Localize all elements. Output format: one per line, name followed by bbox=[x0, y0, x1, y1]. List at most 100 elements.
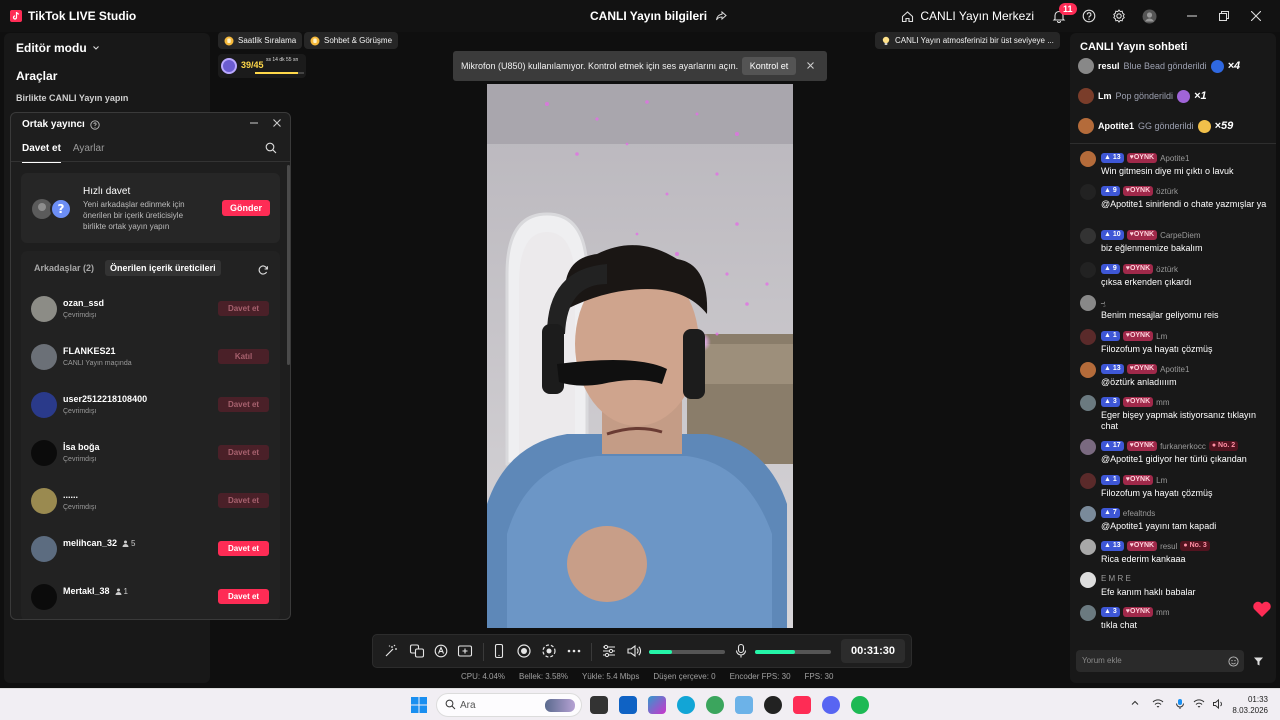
chat-meet-chip[interactable]: Sohbet & Görüşme bbox=[304, 32, 399, 49]
wifi-icon[interactable] bbox=[1193, 698, 1205, 710]
settings-button[interactable] bbox=[1104, 0, 1134, 32]
chat-username[interactable]: resul bbox=[1160, 542, 1177, 551]
replay-icon[interactable] bbox=[541, 643, 557, 659]
refresh-icon[interactable] bbox=[257, 264, 269, 276]
popup-scrollbar[interactable] bbox=[287, 165, 290, 365]
speaker-icon[interactable] bbox=[626, 643, 642, 659]
popup-close-icon[interactable] bbox=[271, 117, 283, 129]
phone-icon[interactable] bbox=[491, 643, 507, 659]
level-widget[interactable]: 39/45 ss 14 dk 55 sn bbox=[218, 54, 306, 78]
chat-username[interactable]: efealtnds bbox=[1123, 509, 1155, 518]
spotify-icon[interactable] bbox=[851, 696, 869, 714]
chat-username[interactable]: furkanerkocc bbox=[1160, 442, 1206, 451]
app-name-label: TikTok LIVE Studio bbox=[28, 9, 137, 23]
task-view-icon[interactable] bbox=[590, 696, 608, 714]
tab-friends[interactable]: Arkadaşlar (2) bbox=[29, 260, 99, 276]
tab-invite[interactable]: Davet et bbox=[22, 143, 61, 163]
taskbar-clock[interactable]: 01:33 8.03.2026 bbox=[1232, 694, 1268, 716]
chat-message-header: ▲ 1 ♥OYNK Lm bbox=[1101, 331, 1167, 341]
chat-username[interactable]: بِـ bbox=[1101, 297, 1106, 306]
cohost-tool-label[interactable]: Birlikte CANLI Yayın yapın bbox=[16, 93, 128, 103]
chat-username[interactable]: Apotite1 bbox=[1160, 365, 1189, 374]
network-icon[interactable] bbox=[1152, 698, 1164, 710]
popup-minimize-icon[interactable] bbox=[248, 117, 260, 129]
microphone-volume-slider[interactable] bbox=[755, 650, 831, 654]
edge-icon[interactable] bbox=[677, 696, 695, 714]
invite-button[interactable]: Davet et bbox=[218, 541, 269, 556]
help-button[interactable] bbox=[1074, 0, 1104, 32]
minimize-button[interactable] bbox=[1176, 0, 1208, 32]
invite-button[interactable]: Davet et bbox=[218, 397, 269, 412]
chat-username[interactable]: E M R E bbox=[1101, 574, 1131, 583]
microphone-tray-icon[interactable] bbox=[1174, 698, 1186, 710]
popup-title: Ortak yayıncı bbox=[22, 119, 100, 130]
microphone-icon[interactable] bbox=[733, 643, 749, 659]
audio-mixer-icon[interactable] bbox=[601, 643, 617, 659]
clock-time: 01:33 bbox=[1247, 695, 1268, 704]
atmosphere-tip-chip[interactable]: CANLI Yayın atmosferinizi bir üst seviye… bbox=[875, 32, 1060, 49]
outlook-icon[interactable] bbox=[619, 696, 637, 714]
comment-input[interactable]: Yorum ekle bbox=[1076, 650, 1244, 672]
editor-mode-dropdown[interactable]: Editör modu bbox=[16, 41, 100, 55]
invite-button[interactable]: Davet et bbox=[218, 301, 269, 316]
tab-settings[interactable]: Ayarlar bbox=[73, 143, 105, 163]
join-button[interactable]: Katıl bbox=[218, 349, 269, 364]
windows-taskbar: Ara 01:33 8.03.2026 bbox=[0, 688, 1280, 720]
close-window-button[interactable] bbox=[1240, 0, 1272, 32]
stream-info-label: CANLI Yayın bilgileri bbox=[590, 9, 708, 23]
add-source-icon[interactable] bbox=[457, 643, 473, 659]
level-triangle-icon: ▲ bbox=[1104, 365, 1113, 372]
chat-username[interactable]: CarpeDiem bbox=[1160, 231, 1200, 240]
emoji-icon[interactable] bbox=[1228, 656, 1239, 667]
profile-avatar[interactable] bbox=[1134, 0, 1164, 32]
discord-icon[interactable] bbox=[822, 696, 840, 714]
chat-message: ▲ 13 ♥OYNK resul ● No. 3 Rica ederim kankaaa bbox=[1080, 539, 1274, 571]
chevron-up-icon[interactable] bbox=[1130, 698, 1140, 708]
filter-icon[interactable] bbox=[1253, 656, 1264, 667]
team-name: OYNK bbox=[1133, 365, 1155, 372]
stream-info-button[interactable]: CANLI Yayın bilgileri bbox=[590, 0, 727, 32]
chat-username[interactable]: Lm bbox=[1156, 332, 1167, 341]
obs-icon[interactable] bbox=[764, 696, 782, 714]
chat-username[interactable]: mm bbox=[1156, 398, 1169, 407]
invite-button[interactable]: Davet et bbox=[218, 589, 269, 604]
info-icon[interactable] bbox=[90, 119, 100, 130]
effects-icon[interactable] bbox=[433, 643, 449, 659]
live-chat-panel: CANLI Yayın sohbeti resul Blue Bead gönde… bbox=[1070, 33, 1276, 683]
magic-wand-icon[interactable] bbox=[383, 643, 399, 659]
creator-status: CANLI Yayın maçında bbox=[63, 360, 132, 367]
invite-button[interactable]: Davet et bbox=[218, 493, 269, 508]
tiktok-icon[interactable] bbox=[793, 696, 811, 714]
chat-title: CANLI Yayın sohbeti bbox=[1080, 41, 1188, 53]
volume-tray-icon[interactable] bbox=[1212, 698, 1224, 710]
chat-username[interactable]: Lm bbox=[1156, 476, 1167, 485]
live-video-preview[interactable] bbox=[487, 84, 793, 628]
chat-username[interactable]: Apotite1 bbox=[1160, 154, 1189, 163]
maximize-button[interactable] bbox=[1208, 0, 1240, 32]
check-button[interactable]: Kontrol et bbox=[742, 57, 796, 75]
send-button[interactable]: Gönder bbox=[222, 200, 270, 216]
search-icon[interactable] bbox=[265, 142, 277, 154]
quick-invite-avatars: ? bbox=[31, 197, 75, 221]
gift-user: resul bbox=[1098, 61, 1120, 71]
avatar bbox=[31, 344, 57, 370]
record-icon[interactable] bbox=[516, 643, 532, 659]
chat-username[interactable]: öztürk bbox=[1156, 265, 1178, 274]
tab-suggested-creators[interactable]: Önerilen içerik üreticileri bbox=[105, 260, 221, 276]
copilot-icon[interactable] bbox=[648, 696, 666, 714]
chat-username[interactable]: öztürk bbox=[1156, 187, 1178, 196]
app-icon[interactable] bbox=[735, 696, 753, 714]
live-center-button[interactable]: CANLI Yayın Merkezi bbox=[901, 9, 1034, 23]
notification-button[interactable]: 11 bbox=[1044, 0, 1077, 32]
team-badge: ♥OYNK bbox=[1126, 364, 1158, 374]
chat-username[interactable]: mm bbox=[1156, 608, 1169, 617]
speaker-volume-slider[interactable] bbox=[649, 650, 725, 654]
hourly-ranking-chip[interactable]: Saatlik Sıralama bbox=[218, 32, 303, 49]
translate-icon[interactable] bbox=[409, 643, 425, 659]
taskbar-search[interactable]: Ara bbox=[436, 693, 582, 717]
windows-start-icon[interactable] bbox=[410, 696, 428, 714]
invite-button[interactable]: Davet et bbox=[218, 445, 269, 460]
toast-close-icon[interactable] bbox=[806, 61, 815, 70]
more-options-icon[interactable] bbox=[566, 643, 582, 659]
chrome-icon[interactable] bbox=[706, 696, 724, 714]
